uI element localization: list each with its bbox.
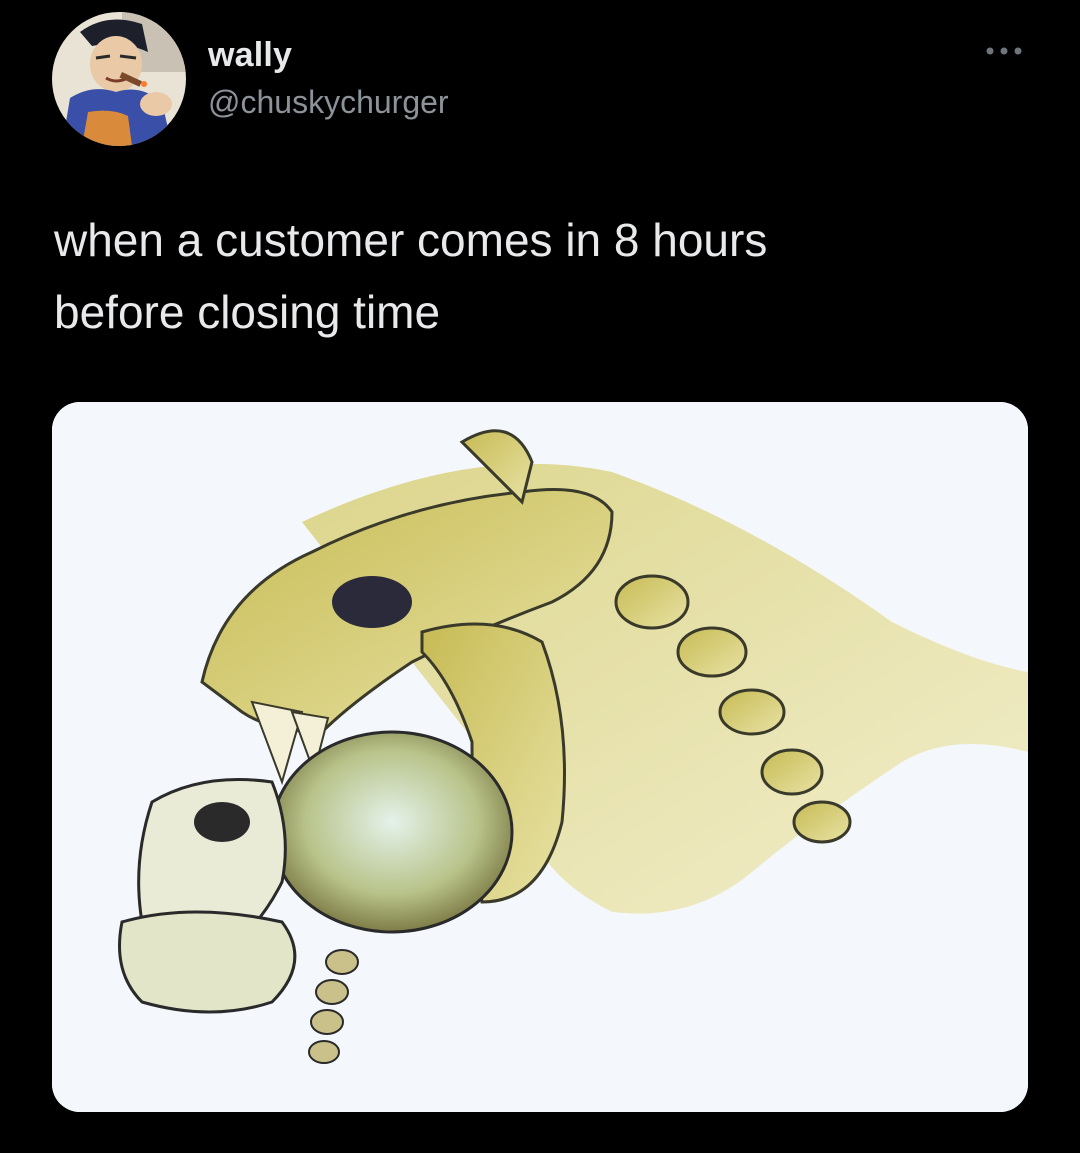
author-handle[interactable]: @chuskychurger <box>208 84 449 121</box>
more-options-icon <box>986 47 1022 55</box>
author-display-name[interactable]: wally <box>208 36 292 75</box>
tweet-text: when a customer comes in 8 hours before … <box>54 214 768 338</box>
tweet-media-image[interactable] <box>52 402 1028 1112</box>
cartoon-character-avatar-icon <box>52 12 186 146</box>
tweet-card: wally @chuskychurger when a customer com… <box>0 0 1080 1153</box>
more-options-button[interactable] <box>982 36 1026 66</box>
avatar[interactable] <box>52 12 186 146</box>
skull-drawing-image <box>52 402 1028 1112</box>
